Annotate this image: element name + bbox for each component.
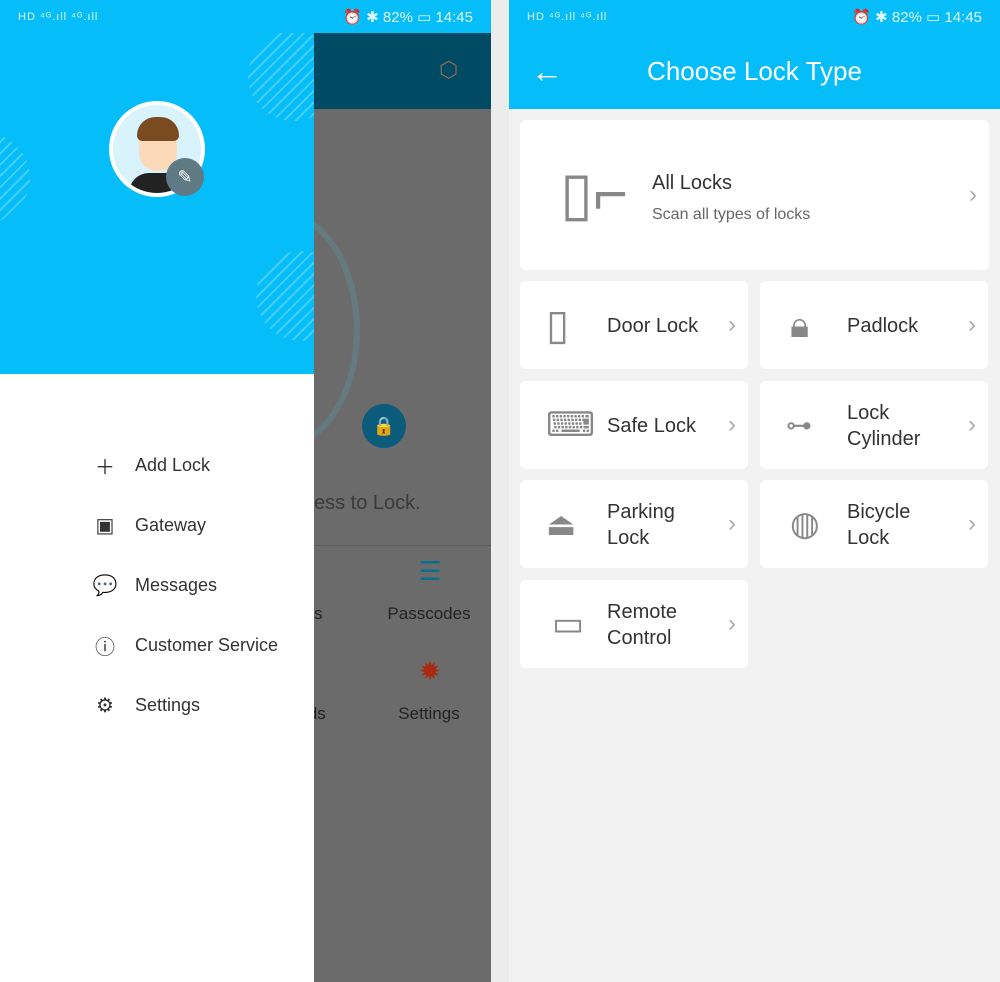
door-lock-keypad-image: ▯⌐ bbox=[560, 160, 629, 227]
menu-item-customer-service[interactable]: ⓘ Customer Service bbox=[92, 615, 278, 675]
edit-avatar-icon[interactable]: ✎ bbox=[166, 158, 204, 196]
plus-icon: ＋ bbox=[95, 456, 115, 479]
chevron-right-icon: › bbox=[728, 510, 736, 537]
hexagon-settings-icon: ⬡ bbox=[439, 57, 459, 82]
clock: 14:45 bbox=[435, 8, 473, 26]
door-lock-icon: ▯ bbox=[546, 301, 570, 348]
bicycle-lock-icon: ◍ bbox=[790, 505, 820, 543]
status-bar: HD ⁴ᴳ.ıll ⁴ᴳ.ıll ⏰ ✱ 82% ▭ 14:45 bbox=[0, 0, 491, 33]
battery-level: 82% bbox=[891, 8, 922, 26]
gateway-icon: ▣ bbox=[95, 514, 115, 537]
battery-level: 82% bbox=[382, 8, 413, 26]
menu-item-add-lock[interactable]: ＋ Add Lock bbox=[92, 435, 278, 495]
drawer-header: ✎ bbox=[0, 33, 314, 374]
card-padlock[interactable]: 🔒︎ Padlock › bbox=[760, 281, 988, 369]
parking-lock-icon: ⏏ bbox=[546, 506, 577, 542]
right-screen: HD ⁴ᴳ.ıll ⁴ᴳ.ıll ⏰ ✱ 82% ▭ 14:45 Choose … bbox=[509, 0, 1000, 982]
decor-stripes bbox=[256, 251, 314, 341]
card-all-locks[interactable]: ▯⌐ All Locks Scan all types of locks › bbox=[520, 120, 989, 270]
passcodes-icon: ☰ bbox=[418, 556, 442, 586]
chevron-right-icon: › bbox=[968, 411, 976, 438]
app-header: Choose Lock Type ← bbox=[509, 33, 1000, 109]
chevron-right-icon: › bbox=[969, 181, 977, 208]
chevron-right-icon: › bbox=[728, 311, 736, 338]
decor-stripes bbox=[0, 133, 30, 223]
card-lock-cylinder[interactable]: ⊶ Lock Cylinder › bbox=[760, 381, 988, 469]
remote-control-icon: ▭ bbox=[552, 605, 585, 643]
card-safe-lock[interactable]: ⌨ Safe Lock › bbox=[520, 381, 748, 469]
back-arrow-icon[interactable]: ← bbox=[531, 53, 563, 89]
card-remote-control[interactable]: ▭ Remote Control › bbox=[520, 580, 748, 668]
messages-icon: 💬 bbox=[92, 574, 118, 597]
menu-item-gateway[interactable]: ▣ Gateway bbox=[92, 495, 278, 555]
chevron-right-icon: › bbox=[968, 510, 976, 537]
card-door-lock[interactable]: ▯ Door Lock › bbox=[520, 281, 748, 369]
card-bicycle-lock[interactable]: ◍ Bicycle Lock › bbox=[760, 480, 988, 568]
menu-item-settings[interactable]: ⚙ Settings bbox=[92, 675, 278, 735]
background-item-settings: Settings bbox=[398, 704, 460, 723]
signal-icons: HD ⁴ᴳ.ıll ⁴ᴳ.ıll bbox=[18, 10, 99, 23]
chevron-right-icon: › bbox=[968, 311, 976, 338]
menu-item-messages[interactable]: 💬 Messages bbox=[92, 555, 278, 615]
left-screen: HD ⁴ᴳ.ıll ⁴ᴳ.ıll ⏰ ✱ 82% ▭ 14:45 ⬡ 🔒 ess… bbox=[0, 0, 491, 982]
lock-cylinder-icon: ⊶ bbox=[786, 410, 812, 440]
background-app-header: ⬡ bbox=[314, 33, 491, 109]
navigation-drawer: ✎ ＋ Add Lock ▣ Gateway 💬 Messages ⓘ Customer… bbox=[0, 33, 314, 982]
chevron-right-icon: › bbox=[728, 411, 736, 438]
padlock-icon: 🔒︎ bbox=[790, 304, 810, 345]
decor-stripes bbox=[248, 33, 314, 121]
status-bar: HD ⁴ᴳ.ıll ⁴ᴳ.ıll ⏰ ✱ 82% ▭ 14:45 bbox=[509, 0, 1000, 33]
background-item-passcodes: Passcodes bbox=[387, 604, 471, 623]
gear-icon: ⚙ bbox=[96, 694, 114, 717]
divider bbox=[314, 545, 491, 546]
background-hint-text: ess to Lock. bbox=[314, 492, 421, 514]
clock: 14:45 bbox=[944, 8, 982, 26]
chevron-right-icon: › bbox=[728, 610, 736, 637]
signal-icons: HD ⁴ᴳ.ıll ⁴ᴳ.ıll bbox=[527, 10, 608, 23]
info-icon: ⓘ bbox=[95, 636, 115, 659]
safe-lock-icon: ⌨ bbox=[546, 406, 596, 444]
page-title: Choose Lock Type bbox=[647, 56, 862, 86]
settings-gear-icon: ✹ bbox=[419, 656, 441, 686]
lock-wireless-icon: 🔒 bbox=[362, 404, 406, 448]
card-parking-lock[interactable]: ⏏ Parking Lock › bbox=[520, 480, 748, 568]
drawer-menu: ＋ Add Lock ▣ Gateway 💬 Messages ⓘ Customer S… bbox=[92, 435, 279, 735]
